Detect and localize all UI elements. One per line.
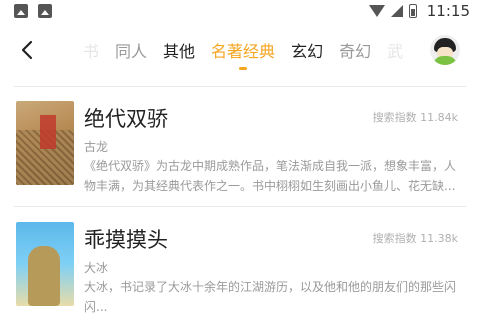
avatar-body [433, 56, 457, 65]
book-author: 大冰 [84, 261, 109, 275]
avatar[interactable] [430, 35, 460, 65]
tab-partial-right[interactable]: 武 [379, 38, 411, 62]
book-cover[interactable] [16, 222, 74, 306]
book-title[interactable]: 绝代双骄 [84, 103, 168, 133]
search-index: 搜索指数 11.84k [372, 111, 458, 124]
tab-classics[interactable]: 名著经典 [203, 38, 283, 62]
book-divider [14, 206, 466, 207]
tab-xuanhuan[interactable]: 玄幻 [283, 38, 331, 62]
status-left-icons [14, 4, 52, 18]
book-author: 古龙 [84, 140, 109, 154]
signal-icon [390, 5, 403, 17]
tab-partial-left[interactable]: 书 [75, 38, 107, 62]
nav-divider [14, 86, 466, 87]
tab-fanfic[interactable]: 同人 [107, 38, 155, 62]
book-description: 大冰，书记录了大冰十余年的江湖游历，以及他和他的朋友们的那些闪闪... [84, 280, 457, 314]
photo-icon [38, 4, 52, 18]
book-item[interactable]: 绝代双骄 搜索指数 11.84k 古龙 《绝代双骄》为古龙中期成熟作品，笔法渐成… [14, 101, 466, 211]
book-description: 《绝代双骄》为古龙中期成熟作品，笔法渐成自我一派，想象丰富，人物丰满，为其经典代… [84, 159, 457, 193]
book-item[interactable]: 乖摸摸头 搜索指数 11.38k 大冰 大冰，书记录了大冰十余年的江湖游历，以及… [14, 222, 466, 332]
book-title[interactable]: 乖摸摸头 [84, 224, 168, 254]
book-cover[interactable] [16, 101, 74, 185]
status-right-icons: 11:15 [368, 2, 470, 20]
status-time: 11:15 [426, 2, 470, 20]
status-bar: 11:15 [0, 0, 480, 26]
tab-other[interactable]: 其他 [155, 38, 203, 62]
wifi-icon [368, 5, 385, 17]
category-nav: 书 同人 其他 名著经典 玄幻 奇幻 武 [0, 30, 480, 70]
category-tabs: 书 同人 其他 名著经典 玄幻 奇幻 武 [75, 30, 411, 70]
image-icon [14, 4, 28, 18]
back-arrow-icon [21, 40, 33, 60]
search-index: 搜索指数 11.38k [372, 232, 458, 245]
tab-fantasy[interactable]: 奇幻 [331, 38, 379, 62]
back-button[interactable] [18, 38, 38, 62]
battery-icon [408, 4, 417, 18]
